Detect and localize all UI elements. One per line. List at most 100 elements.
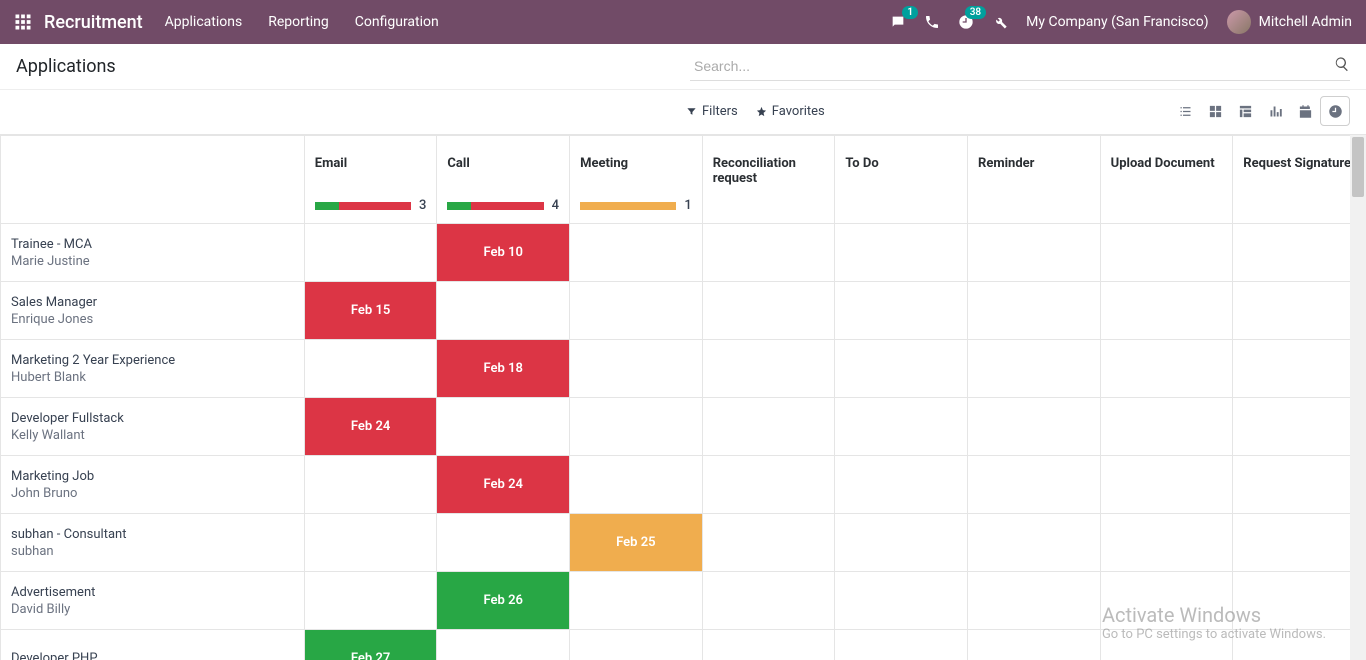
cell-reconciliation[interactable] [702,340,835,398]
cell-email[interactable] [304,340,437,398]
cell-reconciliation[interactable] [702,224,835,282]
filters-button[interactable]: Filters [686,104,738,119]
cell-meeting[interactable] [570,282,703,340]
cell-upload[interactable] [1100,340,1233,398]
cell-call[interactable] [437,282,570,340]
cell-todo[interactable] [835,630,968,660]
company-selector[interactable]: My Company (San Francisco) [1026,14,1208,30]
column-header-meeting[interactable]: Meeting1 [570,136,703,224]
cell-call[interactable] [437,514,570,572]
cell-call[interactable]: Feb 10 [437,224,570,282]
column-header-signature[interactable]: Request Signature [1233,136,1366,224]
row-header[interactable]: Marketing 2 Year ExperienceHubert Blank [1,340,305,398]
cell-todo[interactable] [835,572,968,630]
activities-button[interactable]: 38 [958,14,974,30]
cell-signature[interactable] [1233,456,1366,514]
column-header-call[interactable]: Call4 [437,136,570,224]
view-graph-button[interactable] [1260,96,1290,126]
column-header-todo[interactable]: To Do [835,136,968,224]
search-button[interactable] [1334,56,1350,76]
cell-signature[interactable] [1233,398,1366,456]
cell-meeting[interactable]: Feb 25 [570,514,703,572]
cell-meeting[interactable] [570,340,703,398]
phone-button[interactable] [924,14,940,30]
cell-email[interactable]: Feb 27 [304,630,437,660]
view-activity-button[interactable] [1320,96,1350,126]
nav-configuration[interactable]: Configuration [355,14,439,30]
favorites-button[interactable]: Favorites [756,104,825,119]
apps-menu-button[interactable] [14,13,32,31]
cell-email[interactable] [304,514,437,572]
row-header[interactable]: Marketing JobJohn Bruno [1,456,305,514]
row-header[interactable]: Trainee - MCAMarie Justine [1,224,305,282]
cell-reminder[interactable] [967,282,1100,340]
row-header[interactable]: AdvertisementDavid Billy [1,572,305,630]
cell-email[interactable]: Feb 24 [304,398,437,456]
cell-reminder[interactable] [967,224,1100,282]
search-input[interactable] [690,52,1334,80]
cell-call[interactable]: Feb 26 [437,572,570,630]
cell-call[interactable] [437,630,570,660]
cell-signature[interactable] [1233,630,1366,660]
row-header[interactable]: Developer PHP [1,630,305,660]
cell-email[interactable] [304,572,437,630]
cell-call[interactable] [437,398,570,456]
cell-todo[interactable] [835,514,968,572]
cell-upload[interactable] [1100,398,1233,456]
column-header-reconciliation[interactable]: Reconciliation request [702,136,835,224]
column-header-email[interactable]: Email3 [304,136,437,224]
cell-meeting[interactable] [570,572,703,630]
scrollbar-thumb[interactable] [1352,137,1364,197]
cell-reconciliation[interactable] [702,572,835,630]
cell-email[interactable] [304,456,437,514]
cell-reminder[interactable] [967,340,1100,398]
cell-todo[interactable] [835,398,968,456]
cell-call[interactable]: Feb 24 [437,456,570,514]
view-calendar-button[interactable] [1290,96,1320,126]
nav-reporting[interactable]: Reporting [268,14,329,30]
row-header[interactable]: Sales ManagerEnrique Jones [1,282,305,340]
view-kanban-button[interactable] [1200,96,1230,126]
cell-reminder[interactable] [967,456,1100,514]
nav-applications[interactable]: Applications [165,14,243,30]
cell-todo[interactable] [835,340,968,398]
user-menu[interactable]: Mitchell Admin [1227,10,1352,34]
column-header-upload[interactable]: Upload Document [1100,136,1233,224]
cell-upload[interactable] [1100,456,1233,514]
cell-signature[interactable] [1233,340,1366,398]
cell-meeting[interactable] [570,456,703,514]
debug-button[interactable] [992,14,1008,30]
cell-meeting[interactable] [570,398,703,456]
cell-email[interactable]: Feb 15 [304,282,437,340]
cell-email[interactable] [304,224,437,282]
view-list-button[interactable] [1170,96,1200,126]
cell-reconciliation[interactable] [702,398,835,456]
cell-reconciliation[interactable] [702,456,835,514]
cell-signature[interactable] [1233,514,1366,572]
cell-upload[interactable] [1100,282,1233,340]
scrollbar[interactable] [1350,135,1366,660]
column-header-reminder[interactable]: Reminder [967,136,1100,224]
cell-reminder[interactable] [967,514,1100,572]
row-header[interactable]: Developer FullstackKelly Wallant [1,398,305,456]
view-pivot-button[interactable] [1230,96,1260,126]
cell-todo[interactable] [835,456,968,514]
cell-reconciliation[interactable] [702,630,835,660]
cell-signature[interactable] [1233,224,1366,282]
cell-upload[interactable] [1100,572,1233,630]
row-header[interactable]: subhan - Consultantsubhan [1,514,305,572]
cell-reminder[interactable] [967,398,1100,456]
cell-meeting[interactable] [570,224,703,282]
cell-todo[interactable] [835,282,968,340]
cell-reminder[interactable] [967,630,1100,660]
messaging-button[interactable]: 1 [890,14,906,30]
cell-signature[interactable] [1233,572,1366,630]
cell-upload[interactable] [1100,224,1233,282]
cell-reminder[interactable] [967,572,1100,630]
cell-meeting[interactable] [570,630,703,660]
cell-call[interactable]: Feb 18 [437,340,570,398]
app-title[interactable]: Recruitment [44,12,143,33]
cell-reconciliation[interactable] [702,514,835,572]
cell-todo[interactable] [835,224,968,282]
cell-upload[interactable] [1100,514,1233,572]
